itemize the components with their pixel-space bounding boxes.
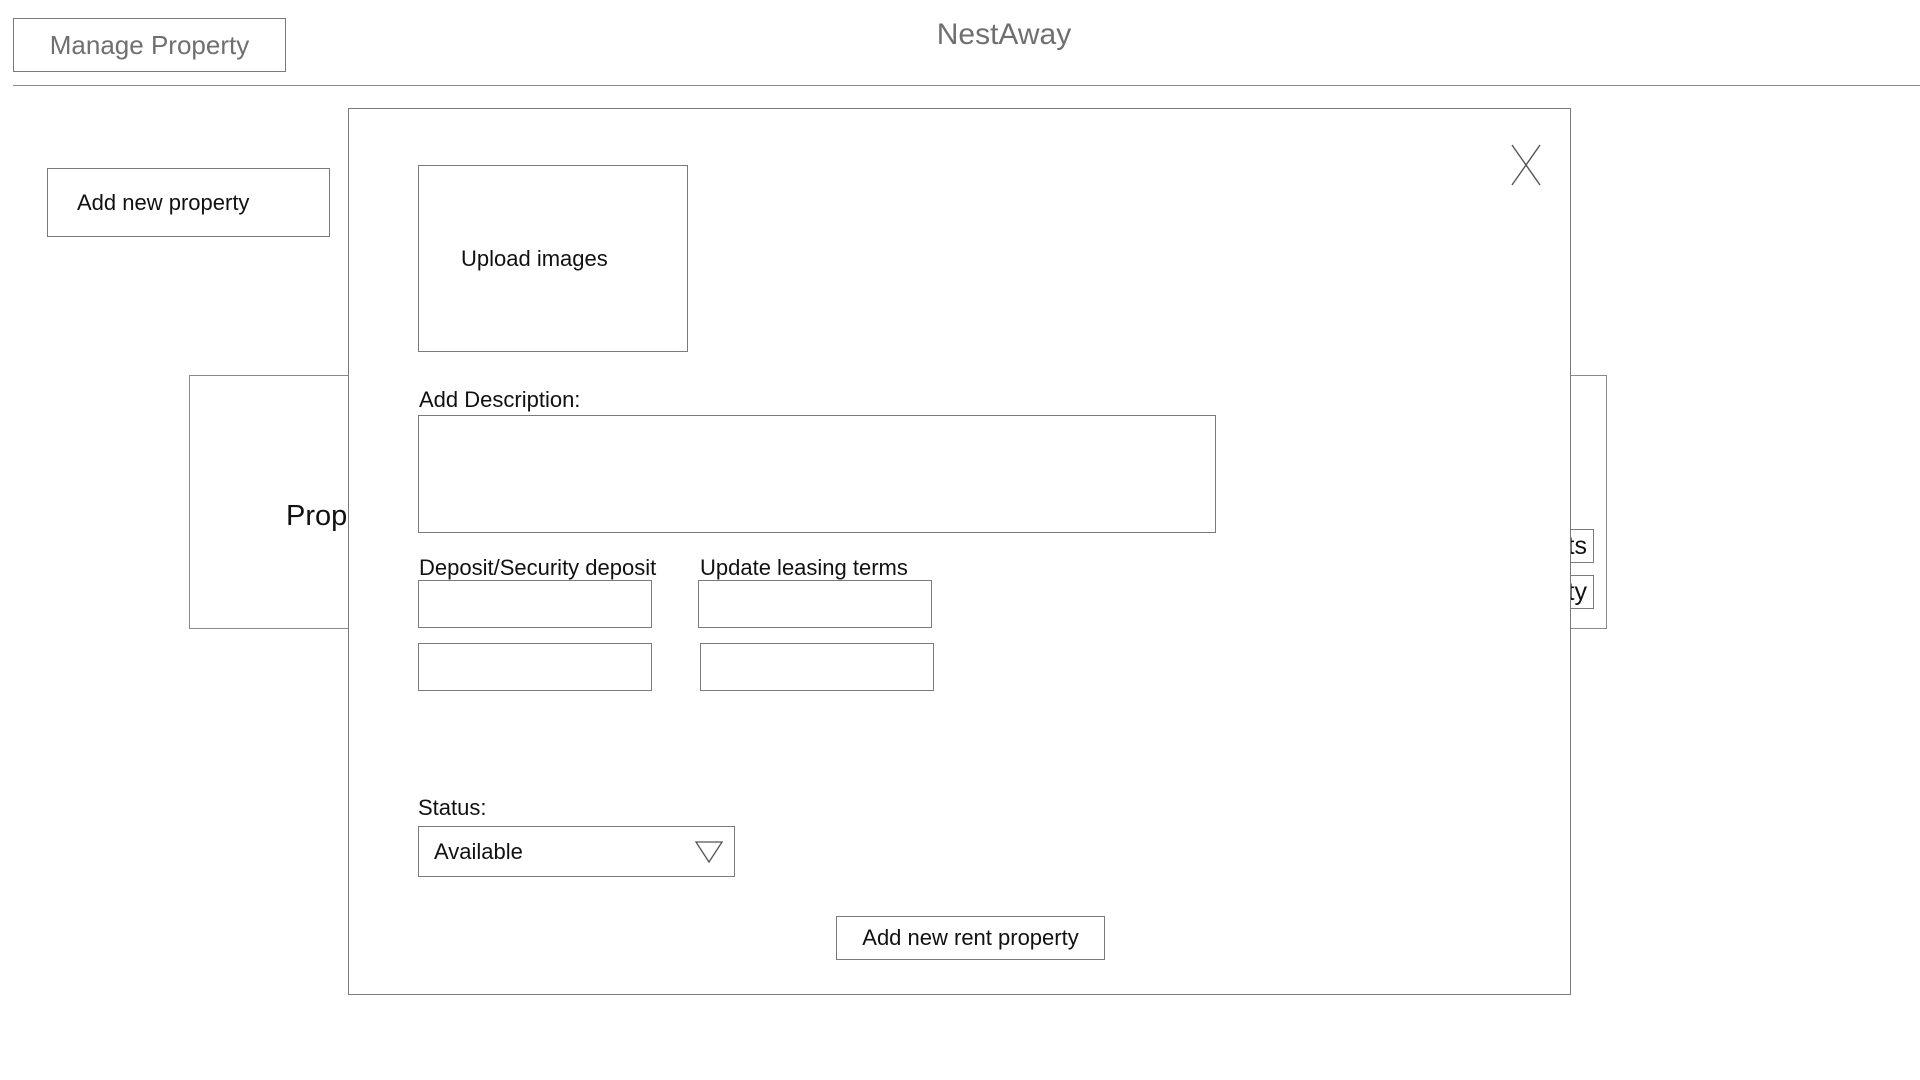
status-selected-value: Available: [434, 838, 523, 864]
deposit-input-2[interactable]: [418, 643, 652, 691]
status-dropdown[interactable]: Available: [418, 826, 735, 877]
leasing-terms-input-2[interactable]: [700, 643, 934, 691]
triangle-down-icon: [694, 840, 724, 863]
property-card-title: Prop: [286, 500, 348, 532]
header-divider: [13, 85, 1920, 86]
upload-images-label: Upload images: [461, 245, 608, 271]
description-label: Add Description:: [419, 387, 581, 412]
app-title: NestAway: [936, 18, 1072, 51]
add-rent-property-modal: Upload images Add Description: Deposit/S…: [348, 108, 1571, 995]
close-icon: [1511, 144, 1541, 186]
leasing-terms-label: Update leasing terms: [700, 555, 908, 580]
close-button[interactable]: [1504, 139, 1556, 191]
upload-images-button[interactable]: Upload images: [418, 165, 688, 352]
deposit-label: Deposit/Security deposit: [419, 555, 657, 580]
description-input[interactable]: [418, 415, 1216, 533]
status-label: Status:: [418, 795, 487, 820]
add-new-property-button[interactable]: Add new property: [47, 168, 330, 237]
add-new-rent-property-button[interactable]: Add new rent property: [836, 916, 1105, 960]
deposit-input-1[interactable]: [418, 580, 652, 628]
leasing-terms-input-1[interactable]: [698, 580, 932, 628]
